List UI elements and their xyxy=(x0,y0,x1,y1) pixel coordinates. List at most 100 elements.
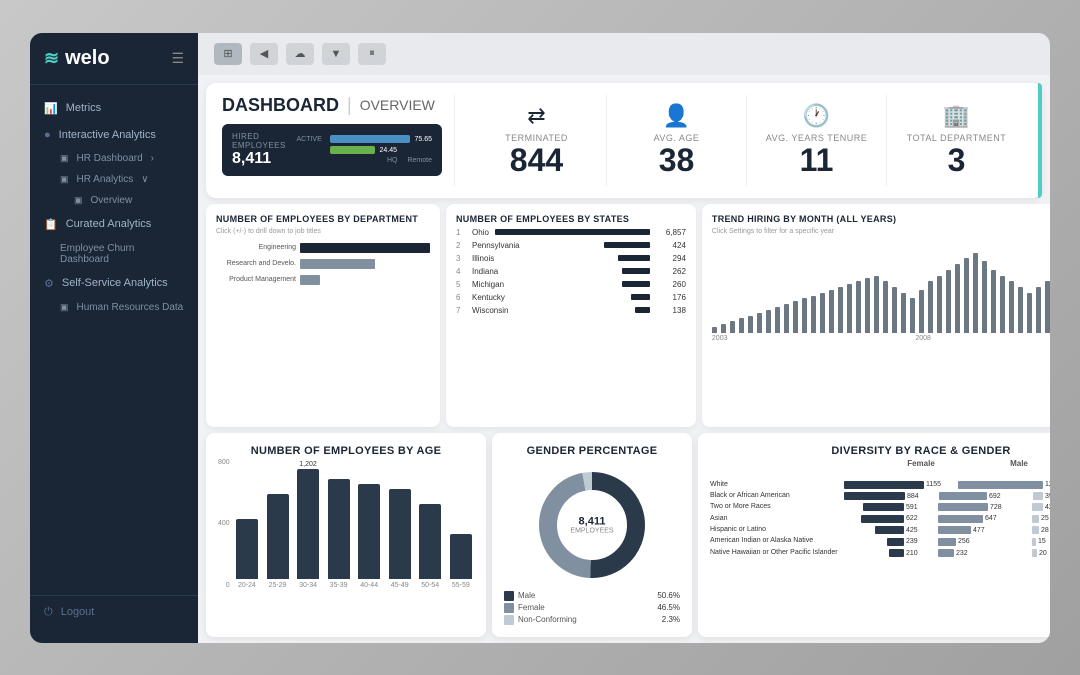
age-bar xyxy=(419,504,441,579)
dashboard-title-section: DASHBOARD | OVERVIEW HIRED EMPLOYEES 8,4… xyxy=(222,95,442,186)
nc-bar xyxy=(1033,492,1043,500)
age-chart: NUMBER OF EMPLOYEES BY AGE 800 400 0 20-… xyxy=(206,433,486,637)
toolbar-btn-pause[interactable]: ⏸ xyxy=(358,43,386,65)
sidebar-item-hr-dashboard[interactable]: ▣ HR Dashboard › xyxy=(30,148,198,169)
sidebar-item-hr-data[interactable]: ▣ Human Resources Data xyxy=(30,297,198,318)
sidebar-item-curated[interactable]: 📋 Curated Analytics xyxy=(30,211,198,238)
diversity-row: Two or More Races59172842 xyxy=(710,503,1050,511)
trend-bar xyxy=(766,310,771,333)
sidebar-item-overview[interactable]: ▣ Overview xyxy=(30,190,198,211)
trend-bar xyxy=(892,287,897,333)
trend-bar xyxy=(757,313,762,333)
dept-chart-subtitle: Click (+/-) to drill down to job titles xyxy=(216,228,430,235)
main-content: ⊞ ◀ ☁ ▼ ⏸ DASHBOARD | OVERVIEW HIRED EMP… xyxy=(198,33,1050,643)
logout-icon: ⏻ xyxy=(44,606,53,619)
trend-chart-subtitle: Click Settings to filter for a specific … xyxy=(712,228,1050,235)
age-bar-peak-value: 1,202 xyxy=(299,461,317,468)
male-bar xyxy=(938,549,954,557)
hamburger-icon[interactable]: ☰ xyxy=(171,50,184,67)
state-row: 4 Indiana 262 xyxy=(456,267,686,276)
gender-legend: Male 50.6% Female 46.5% Non-Conforming xyxy=(504,591,680,625)
sidebar-item-metrics[interactable]: 📊 Metrics xyxy=(30,95,198,122)
remote-label: Remote xyxy=(407,157,432,164)
logout-button[interactable]: ⏻ Logout xyxy=(30,595,198,629)
age-bar xyxy=(328,479,350,579)
subtitle-text: OVERVIEW xyxy=(360,97,435,113)
active-bar xyxy=(330,135,410,143)
age-bar-col: 40-44 xyxy=(356,471,383,589)
dept-bar-row: Research and Develo. xyxy=(216,259,430,269)
trend-bar xyxy=(1045,281,1050,332)
nc-bar xyxy=(1032,549,1037,557)
toolbar-btn-cloud[interactable]: ☁ xyxy=(286,43,314,65)
avg-age-label: AVG. AGE xyxy=(654,133,700,143)
sidebar-item-emp-churn[interactable]: Employee Churn Dashboard xyxy=(30,238,198,270)
dept-bar-row: Product Management xyxy=(216,275,430,285)
person-icon: 👤 xyxy=(663,103,690,129)
female-bar xyxy=(844,492,905,500)
trend-bar xyxy=(712,327,717,333)
settings-icon: ⚙ xyxy=(44,277,54,290)
clock-icon: 🕐 xyxy=(803,103,830,129)
trend-bar xyxy=(838,287,843,333)
trend-bar xyxy=(721,324,726,333)
dept-chart: NUMBER OF EMPLOYEES BY DEPARTMENT Click … xyxy=(206,204,440,427)
interactive-icon: ● xyxy=(44,129,51,141)
state-row: 2 Pennsylvania 424 xyxy=(456,241,686,250)
sidebar-item-label: Self-Service Analytics xyxy=(62,277,168,289)
grid-icon: ▣ xyxy=(60,153,69,164)
toolbar-btn-back[interactable]: ◀ xyxy=(250,43,278,65)
trend-bar xyxy=(901,293,906,333)
female-bar xyxy=(861,515,904,523)
sidebar-item-label: Overview xyxy=(91,195,133,206)
total-dept-label: TOTAL DEPARTMENT xyxy=(907,133,1007,143)
age-y-axis: 800 400 0 xyxy=(218,459,234,589)
male-bar xyxy=(938,503,988,511)
state-bar xyxy=(631,294,650,300)
state-bar xyxy=(622,268,650,274)
nc-bar xyxy=(1032,526,1039,534)
kpi-divider xyxy=(454,95,455,186)
chevron-right-icon: › xyxy=(151,153,154,164)
sidebar-item-self-service[interactable]: ⚙ Self-Service Analytics xyxy=(30,270,198,297)
state-bar xyxy=(604,242,650,248)
age-bar-label: 50-54 xyxy=(421,582,439,589)
sidebar-item-interactive[interactable]: ● Interactive Analytics xyxy=(30,122,198,148)
terminated-label: TERMINATED xyxy=(505,133,568,143)
sidebar-item-hr-analytics[interactable]: ▣ HR Analytics ∨ xyxy=(30,169,198,190)
trend-bar xyxy=(829,290,834,333)
toolbar: ⊞ ◀ ☁ ▼ ⏸ xyxy=(198,33,1050,75)
female-bar xyxy=(875,526,904,534)
trend-bars xyxy=(712,243,1050,333)
trend-bar xyxy=(1027,293,1032,333)
dept-chart-title: NUMBER OF EMPLOYEES BY DEPARTMENT xyxy=(216,214,430,224)
female-color xyxy=(504,603,514,613)
sidebar-item-label: Curated Analytics xyxy=(66,218,152,230)
hired-info: HIRED EMPLOYEES 8,411 xyxy=(232,132,286,168)
trend-bar xyxy=(955,264,960,333)
diversity-chart-title: DIVERSITY BY RACE & GENDER xyxy=(710,445,1050,457)
dept-bar-row: Engineering xyxy=(216,243,430,253)
remote-bar xyxy=(330,146,375,154)
trend-bar xyxy=(856,281,861,332)
charts-row: NUMBER OF EMPLOYEES BY DEPARTMENT Click … xyxy=(206,204,1042,427)
toolbar-btn-grid[interactable]: ⊞ xyxy=(214,43,242,65)
hired-value: 8,411 xyxy=(232,150,286,168)
toolbar-btn-filter[interactable]: ▼ xyxy=(322,43,350,65)
trend-bar xyxy=(874,276,879,333)
age-bar-label: 25-29 xyxy=(269,582,287,589)
trend-bar xyxy=(811,296,816,333)
age-bar-label: 55-59 xyxy=(452,582,470,589)
title-text: DASHBOARD xyxy=(222,95,339,116)
avg-tenure-label: AVG. YEARS TENURE xyxy=(766,133,868,143)
trend-x-labels: 2003 2008 2013 2018 xyxy=(712,335,1050,342)
age-bar-col: 20-24 xyxy=(234,506,261,589)
gender-chart: GENDER PERCENTAGE xyxy=(492,433,692,637)
curated-icon: 📋 xyxy=(44,218,58,231)
age-bar-label: 20-24 xyxy=(238,582,256,589)
legend-female: Female 46.5% xyxy=(504,603,680,613)
trend-bar xyxy=(1018,287,1023,333)
diversity-race-label: Hispanic or Latino xyxy=(710,526,840,534)
bottom-row: NUMBER OF EMPLOYEES BY AGE 800 400 0 20-… xyxy=(206,433,1042,637)
age-bar-col: 25-29 xyxy=(264,481,291,589)
